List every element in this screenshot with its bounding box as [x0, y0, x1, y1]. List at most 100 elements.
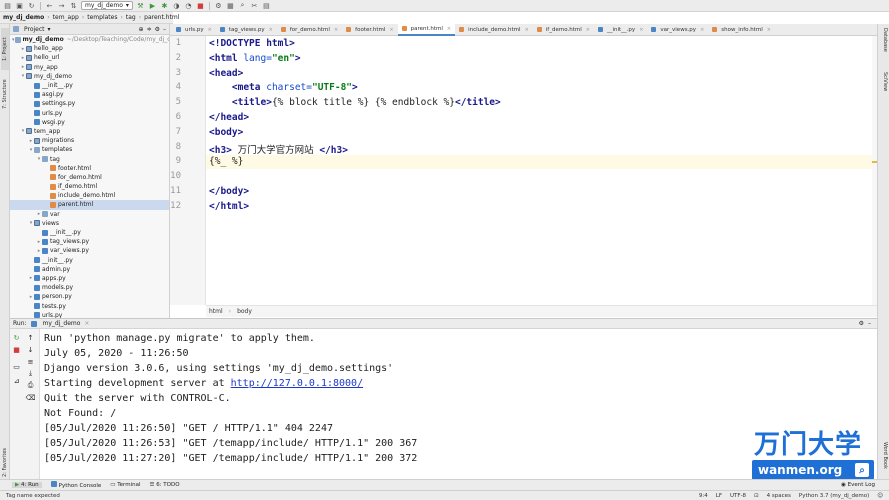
hide-icon[interactable]: –: [163, 26, 166, 33]
interpreter-setting[interactable]: Python 3.7 (my_dj_demo): [799, 493, 869, 499]
close-icon[interactable]: ×: [525, 27, 529, 33]
tree-item[interactable]: ▾ my_dj_demo: [10, 72, 169, 81]
editor-tab[interactable]: tag_views.py ×: [216, 24, 277, 36]
project-tool-tab[interactable]: 1: Project: [1, 28, 9, 70]
tree-item[interactable]: for_demo.html: [10, 173, 169, 182]
tree-item[interactable]: ▸ migrations: [10, 136, 169, 145]
collapse-icon[interactable]: ≑: [147, 26, 152, 33]
run-config-select[interactable]: my_dj_demo ▾: [81, 1, 133, 10]
server-url-link[interactable]: http://127.0.0.1:8000/: [231, 378, 363, 389]
code-line[interactable]: <head>: [209, 68, 243, 79]
hide-icon[interactable]: –: [868, 320, 871, 327]
back-icon[interactable]: ←: [45, 1, 54, 10]
build-icon[interactable]: ⚒: [136, 1, 145, 10]
tree-item[interactable]: wsgi.py: [10, 118, 169, 127]
tree-item[interactable]: urls.py: [10, 311, 169, 318]
tree-item[interactable]: ▾ views: [10, 219, 169, 228]
breadcrumb-item[interactable]: tag: [126, 14, 136, 21]
gear-icon[interactable]: ⚙: [155, 26, 160, 33]
code-line[interactable]: <h3> 万门大学官方网站 </h3>: [209, 142, 348, 156]
scroll-up-icon[interactable]: ↑: [26, 333, 35, 342]
lock-icon[interactable]: ⊡: [754, 493, 759, 499]
close-icon[interactable]: ×: [447, 26, 451, 32]
breadcrumb-item[interactable]: parent.html: [144, 14, 179, 21]
print-icon[interactable]: ⎙: [26, 381, 35, 390]
error-stripe-marker[interactable]: [872, 161, 877, 163]
gear-icon[interactable]: ⚙: [859, 320, 864, 327]
restore-layout-icon[interactable]: ▭: [12, 362, 21, 371]
structure-tool-tab[interactable]: 7: Structure: [1, 72, 9, 116]
editor-tab[interactable]: urls.py ×: [172, 24, 216, 36]
code-line[interactable]: <html lang="en">: [209, 53, 301, 64]
tree-item[interactable]: ▾ my_dj_demo ~/Desktop/Teaching/Code/my_dj…: [10, 35, 169, 44]
run-config-tab[interactable]: my_dj_demo: [43, 320, 81, 327]
close-icon[interactable]: ×: [700, 27, 704, 33]
sciview-tool-tab[interactable]: SciView: [880, 72, 888, 106]
code-line[interactable]: </html>: [209, 201, 249, 212]
soft-wrap-icon[interactable]: ≡: [26, 357, 35, 366]
editor-breadcrumb-item[interactable]: html: [209, 308, 223, 315]
project-panel-title[interactable]: Project: [24, 26, 45, 33]
editor-tab[interactable]: include_demo.html ×: [455, 24, 533, 36]
paste-icon[interactable]: ▤: [262, 1, 271, 10]
structure-icon[interactable]: ▦: [226, 1, 235, 10]
tree-item[interactable]: ▸ my_app: [10, 63, 169, 72]
tree-item[interactable]: __init__.py: [10, 81, 169, 90]
caret-position[interactable]: 9:4: [699, 493, 708, 499]
forward-icon[interactable]: →: [57, 1, 66, 10]
file-encoding[interactable]: UTF-8: [730, 493, 746, 499]
close-icon[interactable]: ×: [389, 27, 393, 33]
tree-item[interactable]: ▾ templates: [10, 145, 169, 154]
cut-icon[interactable]: ✂: [250, 1, 259, 10]
save-icon[interactable]: ▣: [15, 1, 24, 10]
code-line[interactable]: {%_ %}: [209, 156, 243, 167]
editor-breadcrumb-item[interactable]: body: [237, 308, 252, 315]
favorites-tool-tab[interactable]: 2: Favorites: [1, 440, 9, 484]
tree-item[interactable]: ▸ person.py: [10, 292, 169, 301]
tree-item[interactable]: settings.py: [10, 99, 169, 108]
tree-item[interactable]: __init__.py: [10, 256, 169, 265]
todo-tab[interactable]: ☰ 6: TODO: [150, 482, 180, 488]
editor-tab[interactable]: parent.html ×: [397, 23, 456, 36]
tree-item[interactable]: asgi.py: [10, 90, 169, 99]
editor-scrollbar[interactable]: [872, 36, 877, 305]
tree-item[interactable]: if_demo.html: [10, 182, 169, 191]
code-line[interactable]: <!DOCTYPE html>: [209, 38, 295, 49]
editor-tab[interactable]: var_views.py ×: [647, 24, 708, 36]
chevron-down-icon[interactable]: ▾: [48, 26, 51, 33]
editor-tab[interactable]: __init__.py ×: [594, 24, 647, 36]
close-icon[interactable]: ×: [767, 27, 771, 33]
tree-item[interactable]: ▾ tag: [10, 154, 169, 163]
scroll-to-end-icon[interactable]: ⤓: [26, 369, 35, 378]
close-icon[interactable]: ×: [639, 27, 643, 33]
code-line[interactable]: </head>: [209, 112, 249, 123]
close-icon[interactable]: ×: [334, 27, 338, 33]
editor-tab[interactable]: for_demo.html ×: [277, 24, 342, 36]
word-book-tool-tab[interactable]: Word Book: [880, 442, 888, 482]
editor-tab[interactable]: footer.html ×: [342, 24, 397, 36]
tree-item[interactable]: urls.py: [10, 109, 169, 118]
search-icon[interactable]: ⌕: [238, 1, 247, 10]
scroll-down-icon[interactable]: ↓: [26, 345, 35, 354]
tree-item[interactable]: ▸ hello_url: [10, 53, 169, 62]
tree-item[interactable]: ▸ apps.py: [10, 274, 169, 283]
code-editor[interactable]: <!DOCTYPE html> <html lang="en"> <head> <m…: [206, 36, 877, 305]
breadcrumb-item[interactable]: tem_app: [53, 14, 79, 21]
run-tool-tab[interactable]: ▶ 4: Run: [12, 482, 42, 488]
indent-setting[interactable]: 4 spaces: [767, 493, 791, 499]
clear-icon[interactable]: ⌫: [26, 393, 36, 402]
code-line[interactable]: </body>: [209, 186, 249, 197]
inspector-icon[interactable]: ☺: [877, 493, 883, 499]
tree-item[interactable]: ▸ tag_views.py: [10, 237, 169, 246]
settings-icon[interactable]: ⚙: [214, 1, 223, 10]
code-line[interactable]: <meta charset="UTF-8">: [209, 82, 358, 93]
tree-item[interactable]: footer.html: [10, 164, 169, 173]
close-icon[interactable]: ×: [208, 27, 212, 33]
close-icon[interactable]: ×: [269, 27, 273, 33]
debug-icon[interactable]: ✱: [160, 1, 169, 10]
tree-item[interactable]: ▸ hello_app: [10, 44, 169, 53]
run-icon[interactable]: ▶: [148, 1, 157, 10]
code-line[interactable]: <body>: [209, 127, 243, 138]
breadcrumb-item[interactable]: templates: [87, 14, 117, 21]
tree-item[interactable]: ▸ var_views.py: [10, 246, 169, 255]
